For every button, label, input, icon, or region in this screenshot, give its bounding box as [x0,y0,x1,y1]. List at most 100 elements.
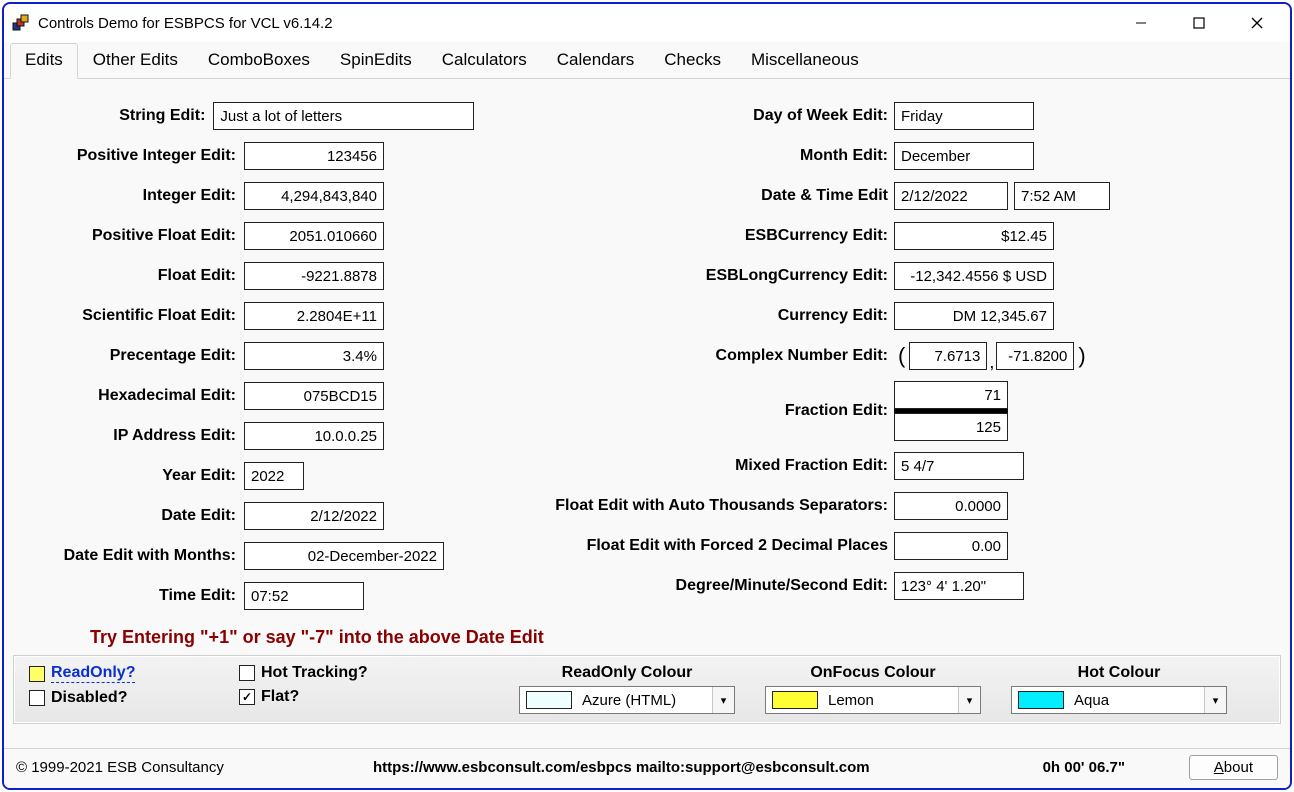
complex-imag-input[interactable] [996,342,1074,370]
dms-edit-label: Degree/Minute/Second Edit: [474,577,894,595]
hex-edit-label: Hexadecimal Edit: [14,387,244,405]
readonly-colour-group: ReadOnly Colour Azure (HTML) ▾ [509,664,745,714]
tab-calendars[interactable]: Calendars [542,43,650,79]
disabled-label: Disabled? [51,689,127,707]
chevron-down-icon: ▾ [1204,687,1226,713]
year-edit-input[interactable] [244,462,304,490]
tab-misc[interactable]: Miscellaneous [736,43,874,79]
currency-edit-input[interactable] [894,302,1054,330]
flat-label: Flat? [261,688,299,706]
mixed-fraction-edit-input[interactable] [894,452,1024,480]
ip-edit-label: IP Address Edit: [14,427,244,445]
pos-int-edit-input[interactable] [244,142,384,170]
app-window: Controls Demo for ESBPCS for VCL v6.14.2… [2,2,1292,790]
disabled-checkbox[interactable]: Disabled? [29,689,229,707]
onfocus-colour-group: OnFocus Colour Lemon ▾ [755,664,991,714]
readonly-label: ReadOnly? [51,664,135,683]
pct-edit-label: Precentage Edit: [14,347,244,365]
tab-comboboxes[interactable]: ComboBoxes [193,43,325,79]
hot-tracking-checkbox[interactable]: Hot Tracking? [239,664,499,682]
complex-real-input[interactable] [909,342,987,370]
tab-other-edits[interactable]: Other Edits [78,43,193,79]
readonly-colour-swatch-icon [526,691,572,709]
tab-edits[interactable]: Edits [10,43,78,79]
right-column: Day of Week Edit: Month Edit: Date & Tim… [474,101,1280,621]
close-button[interactable] [1228,6,1286,40]
complex-edit-label: Complex Number Edit: [474,347,894,365]
chevron-down-icon: ▾ [712,687,734,713]
hot-colour-group: Hot Colour Aqua ▾ [1001,664,1237,714]
app-icon [12,14,30,32]
readonly-checkbox[interactable]: ReadOnly? [29,664,229,683]
edits-panel: String Edit: Positive Integer Edit: Inte… [4,79,1290,748]
readonly-colour-value: Azure (HTML) [578,692,712,709]
readonly-colour-title: ReadOnly Colour [562,664,693,682]
float-thousands-label: Float Edit with Auto Thousands Separator… [474,497,894,515]
pos-float-edit-label: Positive Float Edit: [14,227,244,245]
esbcurrency-edit-input[interactable] [894,222,1054,250]
date-edit-label: Date Edit: [14,507,244,525]
tab-calculators[interactable]: Calculators [427,43,542,79]
fraction-edit-label: Fraction Edit: [474,402,894,420]
hot-colour-combo[interactable]: Aqua ▾ [1011,686,1227,714]
dow-edit-input[interactable] [894,102,1034,130]
float-edit-input[interactable] [244,262,384,290]
float-edit-label: Float Edit: [14,267,244,285]
sci-float-edit-label: Scientific Float Edit: [14,307,244,325]
ip-edit-input[interactable] [244,422,384,450]
complex-comma: , [987,352,996,373]
esbcurrency-edit-label: ESBCurrency Edit: [474,227,894,245]
status-links[interactable]: https://www.esbconsult.com/esbpcs mailto… [264,759,979,776]
tab-spinedits[interactable]: SpinEdits [325,43,427,79]
float-2dp-label: Float Edit with Forced 2 Decimal Places [474,537,894,555]
dms-edit-input[interactable] [894,572,1024,600]
float-2dp-input[interactable] [894,532,1008,560]
int-edit-input[interactable] [244,182,384,210]
statusbar: © 1999-2021 ESB Consultancy https://www.… [4,748,1290,788]
hot-colour-swatch-icon [1018,691,1064,709]
pos-int-edit-label: Positive Integer Edit: [14,147,244,165]
maximize-button[interactable] [1170,6,1228,40]
string-edit-label: String Edit: [14,107,213,125]
year-edit-label: Year Edit: [14,467,244,485]
onfocus-colour-title: OnFocus Colour [810,664,935,682]
time-edit-label: Time Edit: [14,587,244,605]
datetime-edit-label: Date & Time Edit [474,187,894,205]
string-edit-input[interactable] [213,102,474,130]
flat-checkbox[interactable]: ✓ Flat? [239,688,499,706]
date-edit-input[interactable] [244,502,384,530]
float-thousands-input[interactable] [894,492,1008,520]
hot-colour-value: Aqua [1070,692,1204,709]
sci-float-edit-input[interactable] [244,302,384,330]
date-months-edit-input[interactable] [244,542,444,570]
onfocus-colour-combo[interactable]: Lemon ▾ [765,686,981,714]
pos-float-edit-input[interactable] [244,222,384,250]
window-title: Controls Demo for ESBPCS for VCL v6.14.2 [38,15,333,32]
fraction-den-input[interactable] [894,413,1008,441]
checkbox-icon [239,665,255,681]
currency-edit-label: Currency Edit: [474,307,894,325]
left-column: String Edit: Positive Integer Edit: Inte… [14,101,474,621]
about-button[interactable]: About [1189,755,1278,780]
hot-tracking-label: Hot Tracking? [261,664,368,682]
tabstrip: Edits Other Edits ComboBoxes SpinEdits C… [4,42,1290,79]
hot-colour-title: Hot Colour [1078,664,1161,682]
copyright-text: © 1999-2021 ESB Consultancy [16,759,224,776]
chevron-down-icon: ▾ [958,687,980,713]
close-paren: ) [1074,343,1089,369]
fraction-num-input[interactable] [894,381,1008,409]
esblongcurrency-edit-input[interactable] [894,262,1054,290]
pct-edit-input[interactable] [244,342,384,370]
hex-edit-input[interactable] [244,382,384,410]
readonly-colour-combo[interactable]: Azure (HTML) ▾ [519,686,735,714]
date-months-edit-label: Date Edit with Months: [14,547,244,565]
onfocus-colour-value: Lemon [824,692,958,709]
datetime-date-input[interactable] [894,182,1008,210]
minimize-button[interactable] [1112,6,1170,40]
time-edit-input[interactable] [244,582,364,610]
month-edit-input[interactable] [894,142,1034,170]
datetime-time-input[interactable] [1014,182,1110,210]
checkbox-icon [29,690,45,706]
checkbox-checked-icon: ✓ [239,689,255,705]
tab-checks[interactable]: Checks [649,43,736,79]
